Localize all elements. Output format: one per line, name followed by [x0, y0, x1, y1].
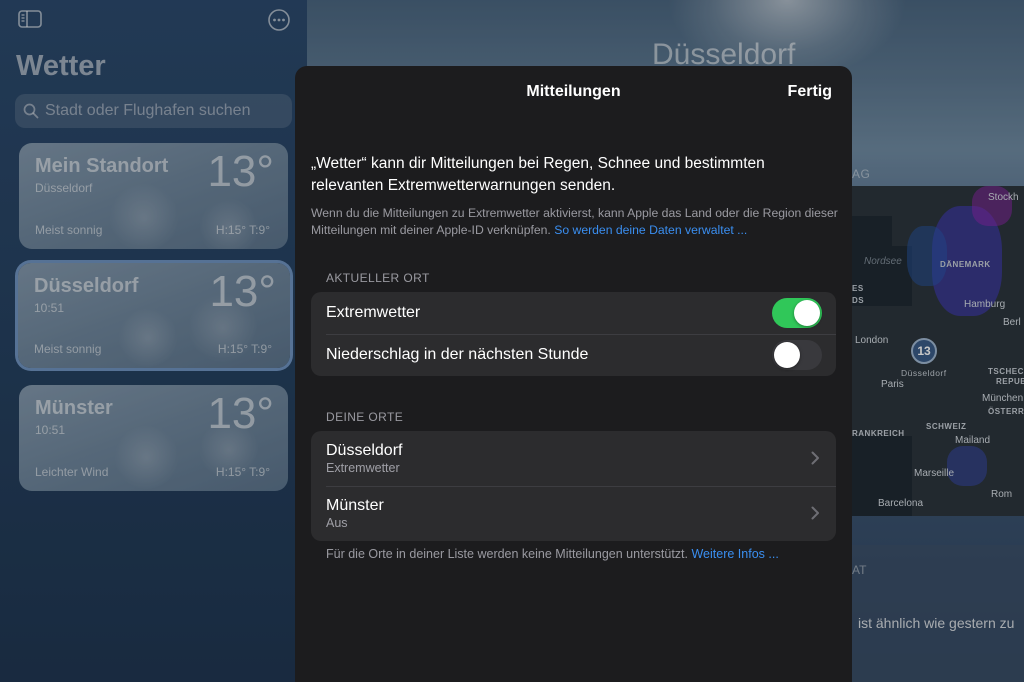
footer-note: Für die Orte in deiner Liste werden kein… [326, 547, 779, 561]
place-row-muenster[interactable]: Münster Aus [311, 486, 836, 541]
chevron-right-icon [811, 451, 819, 465]
place-status: Aus [326, 516, 348, 530]
extreme-weather-row: Extremwetter [311, 292, 836, 334]
your-places-group: Düsseldorf Extremwetter Münster Aus [311, 431, 836, 541]
place-row-duesseldorf[interactable]: Düsseldorf Extremwetter [311, 431, 836, 486]
extreme-weather-toggle[interactable] [772, 298, 822, 328]
place-status: Extremwetter [326, 461, 400, 475]
done-button[interactable]: Fertig [788, 83, 832, 101]
toggle-knob [774, 342, 800, 368]
sheet-title: Mitteilungen [526, 83, 621, 100]
precipitation-toggle[interactable] [772, 340, 822, 370]
current-location-group: Extremwetter Niederschlag in der nächste… [311, 292, 836, 376]
current-location-header: AKTUELLER ORT [326, 271, 430, 285]
place-name: Düsseldorf [326, 442, 403, 459]
intro-text: „Wetter“ kann dir Mitteilungen bei Regen… [311, 155, 765, 194]
privacy-text-block: Wenn du die Mitteilungen zu Extremwetter… [311, 205, 839, 239]
toggle-knob [794, 300, 820, 326]
precipitation-row: Niederschlag in der nächsten Stunde [311, 334, 836, 376]
extreme-weather-label: Extremwetter [326, 304, 421, 321]
more-info-link[interactable]: Weitere Infos ... [691, 547, 778, 561]
your-places-header: DEINE ORTE [326, 410, 404, 424]
notifications-sheet: Mitteilungen Fertig „Wetter“ kann dir Mi… [295, 66, 852, 682]
footer-text: Für die Orte in deiner Liste werden kein… [326, 547, 688, 561]
chevron-right-icon [811, 506, 819, 520]
place-name: Münster [326, 497, 384, 514]
privacy-link[interactable]: So werden deine Daten verwaltet ... [554, 223, 747, 237]
precipitation-label: Niederschlag in der nächsten Stunde [326, 346, 589, 363]
